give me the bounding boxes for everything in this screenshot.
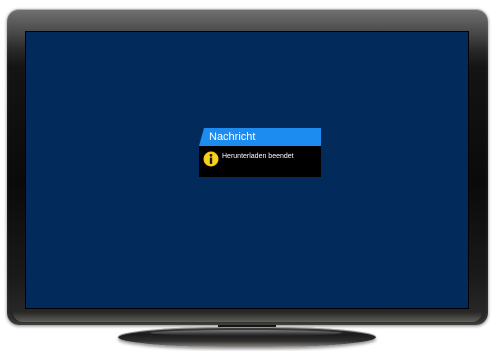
dialog-body: Herunterladen beendet (199, 146, 321, 177)
message-dialog: Nachricht Herunterladen beendet (199, 128, 321, 177)
dialog-header: Nachricht (199, 128, 321, 146)
dialog-title: Nachricht (209, 131, 256, 143)
info-icon (203, 151, 219, 167)
dialog-message: Herunterladen beendet (222, 153, 294, 160)
tv-stand-highlight (150, 330, 342, 336)
tv-mockup: Nachricht Herunterladen beendet (0, 0, 492, 351)
